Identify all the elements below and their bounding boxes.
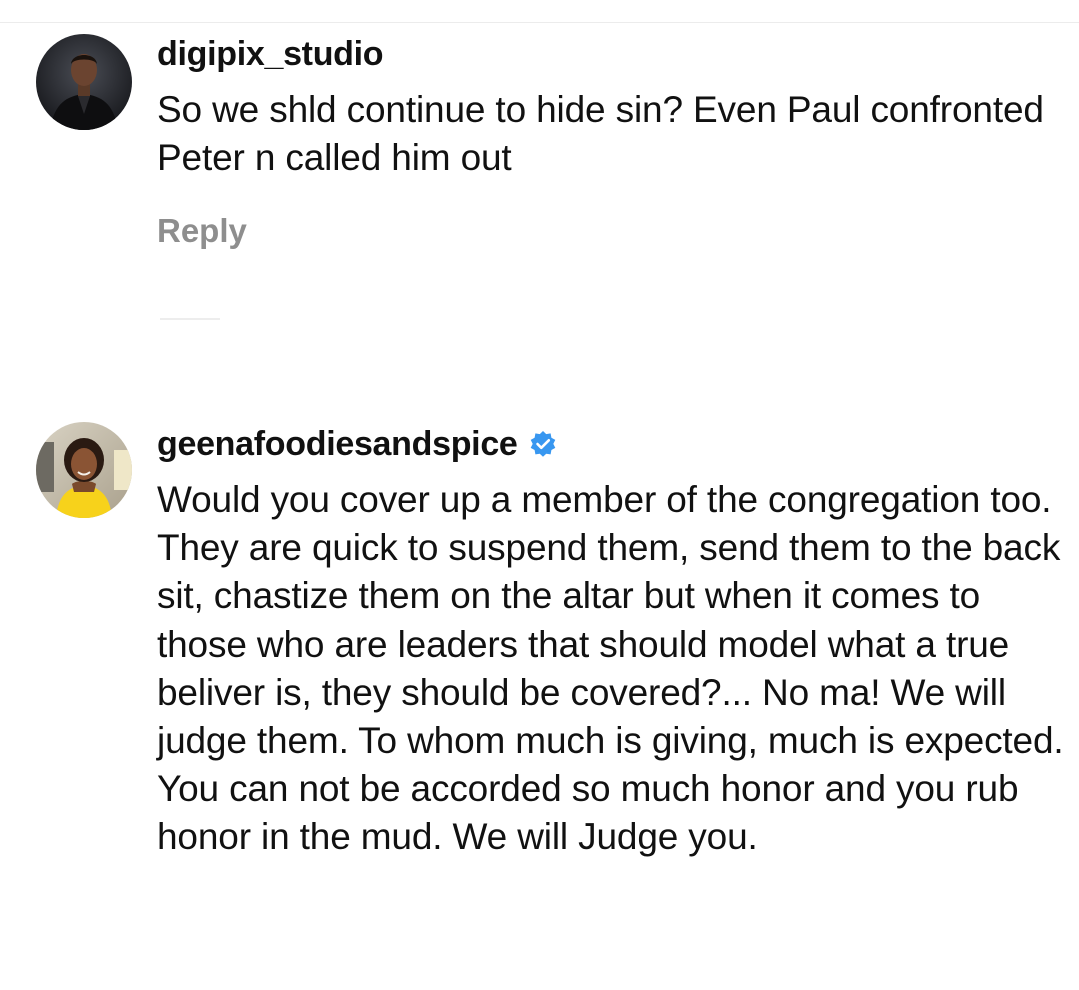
avatar[interactable] <box>36 34 132 130</box>
verified-badge-icon <box>528 429 558 459</box>
reply-button[interactable]: Reply <box>157 212 1065 250</box>
top-divider <box>0 22 1079 23</box>
comment-text: Would you cover up a member of the congr… <box>157 479 1064 858</box>
view-replies-line <box>160 318 220 320</box>
comment-username[interactable]: geenafoodiesandspice <box>157 425 518 464</box>
comment-text: So we shld continue to hide sin? Even Pa… <box>157 89 1044 179</box>
avatar[interactable] <box>36 422 132 518</box>
comment-username[interactable]: digipix_studio <box>157 35 384 74</box>
view-replies-toggle[interactable] <box>160 318 242 320</box>
